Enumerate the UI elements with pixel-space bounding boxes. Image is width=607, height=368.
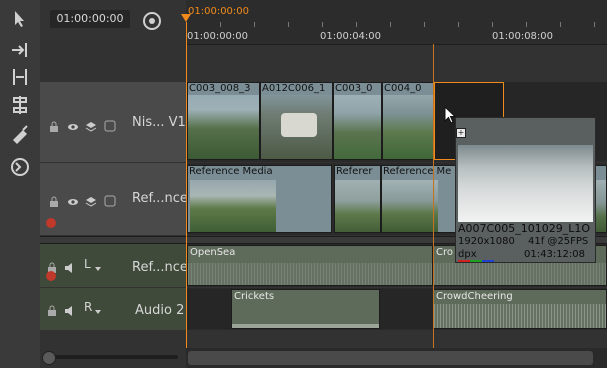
waveform [188,263,432,285]
eye-icon[interactable] [67,118,79,137]
layers-icon[interactable] [85,193,97,212]
playhead-timecode: 01:00:00:00 [188,6,250,17]
waveform [434,263,606,285]
clip-label: OpenSea [190,247,236,258]
record-indicator-icon[interactable] [46,218,56,228]
audio-channel-label[interactable]: L [84,257,91,271]
empty-track-area [187,289,231,329]
zoom-slider-handle[interactable] [42,351,56,365]
thumbnail [335,180,380,232]
horizontal-scrollbar[interactable] [186,348,607,368]
clip-label: C003_008_3 [188,83,259,95]
slip-tool-icon[interactable] [6,92,34,118]
color-bar-green [470,260,482,262]
color-bar-blue [482,260,494,262]
audio-clip[interactable]: CrowdCheering [433,289,607,329]
playhead-line[interactable] [186,22,187,348]
track-header-ref-video: Ref...nce [40,163,188,235]
audio-channel-label[interactable]: R [84,300,92,314]
clip-label: Crickets [234,291,275,302]
video-clip[interactable]: C003_008_3 [187,82,260,160]
video-clip[interactable]: Reference Me [381,165,457,233]
mute-track-icon[interactable] [104,192,116,211]
razor-tool-icon[interactable] [6,122,34,148]
preview-thumbnail [458,145,593,222]
speaker-icon[interactable] [64,259,76,278]
clip-preview-tooltip: A007C005_101029_L1O 1920x1080 41f @25FPS… [455,117,596,263]
waveform [434,304,606,328]
ripple-tool-icon[interactable] [6,37,34,63]
preview-timecode: 01:43:12:08 [524,249,586,260]
zoom-bar [40,346,186,368]
clip-label: C003_0 [334,83,381,95]
lock-icon[interactable] [48,193,60,212]
preview-resolution: 1920x1080 [458,236,515,247]
clip-label: Referer [336,166,373,177]
preview-clip-name: A007C005_101029_L1O [458,222,590,235]
thumbnail [190,180,276,232]
track-header-audio2: R Audio 2 [40,288,186,330]
preview-format: dpx [458,249,477,260]
track-name-audio2[interactable]: Audio 2 [135,303,184,318]
tool-palette [0,0,40,368]
mouse-cursor-icon [444,105,458,126]
audio-clip[interactable]: Crickets [231,289,380,329]
eye-icon[interactable] [67,193,79,212]
ruler-tick-label: 01:00:00:00 [187,31,249,42]
edit-point-line [433,44,434,348]
video-clip[interactable]: A012C006_1 [260,82,333,160]
trim-tool-icon[interactable] [6,64,34,90]
ruler-ticks [186,22,607,27]
lock-icon[interactable] [48,118,60,137]
car-thumbnail [281,113,317,137]
thumbnail [382,180,438,232]
track-name-v1[interactable]: Nis... V1 [132,115,186,130]
lock-icon[interactable] [46,302,58,321]
playhead-handle[interactable] [181,14,191,22]
ruler-tick-label: 01:00:04:00 [320,31,382,42]
video-clip[interactable]: C004_0 [382,82,434,160]
waveform [232,324,379,328]
chevron-down-icon[interactable] [95,310,101,314]
select-tool-icon[interactable] [6,6,34,32]
color-bar-red [458,260,470,262]
chevron-down-icon[interactable] [95,267,101,271]
record-indicator-icon[interactable] [46,271,56,281]
clip-label: Reference Me [383,166,452,177]
snap-icon[interactable] [142,11,162,31]
clip-label: CrowdCheering [436,291,513,302]
track-name-ref-audio[interactable]: Ref...nce [132,260,188,275]
mute-track-icon[interactable] [104,117,116,136]
ruler-tick-label: 01:00:08:00 [492,31,554,42]
add-icon: + [456,128,466,138]
clip-label: C004_0 [383,83,433,95]
clip-label: A012C006_1 [261,83,332,95]
preview-frames: 41f @25FPS [528,236,589,247]
audio-clip[interactable]: OpenSea [187,245,433,286]
video-clip[interactable]: Referer [334,165,381,233]
cursor-mode-icon[interactable] [6,154,34,180]
empty-track-area [380,289,433,329]
speaker-icon[interactable] [64,302,76,321]
video-clip[interactable]: C003_0 [333,82,382,160]
track-name-ref-video[interactable]: Ref...nce [132,191,188,206]
track-header-v1: Nis... V1 [40,82,186,162]
clip-label: Reference Media [189,166,273,177]
video-clip[interactable]: Reference Media [187,165,332,233]
zoom-slider-track[interactable] [48,355,178,359]
scrollbar-thumb[interactable] [188,351,593,365]
timecode-display[interactable]: 01:00:00:00 [50,10,130,28]
track-header-ref-audio: L Ref...nce [40,244,188,287]
layers-icon[interactable] [85,118,97,137]
